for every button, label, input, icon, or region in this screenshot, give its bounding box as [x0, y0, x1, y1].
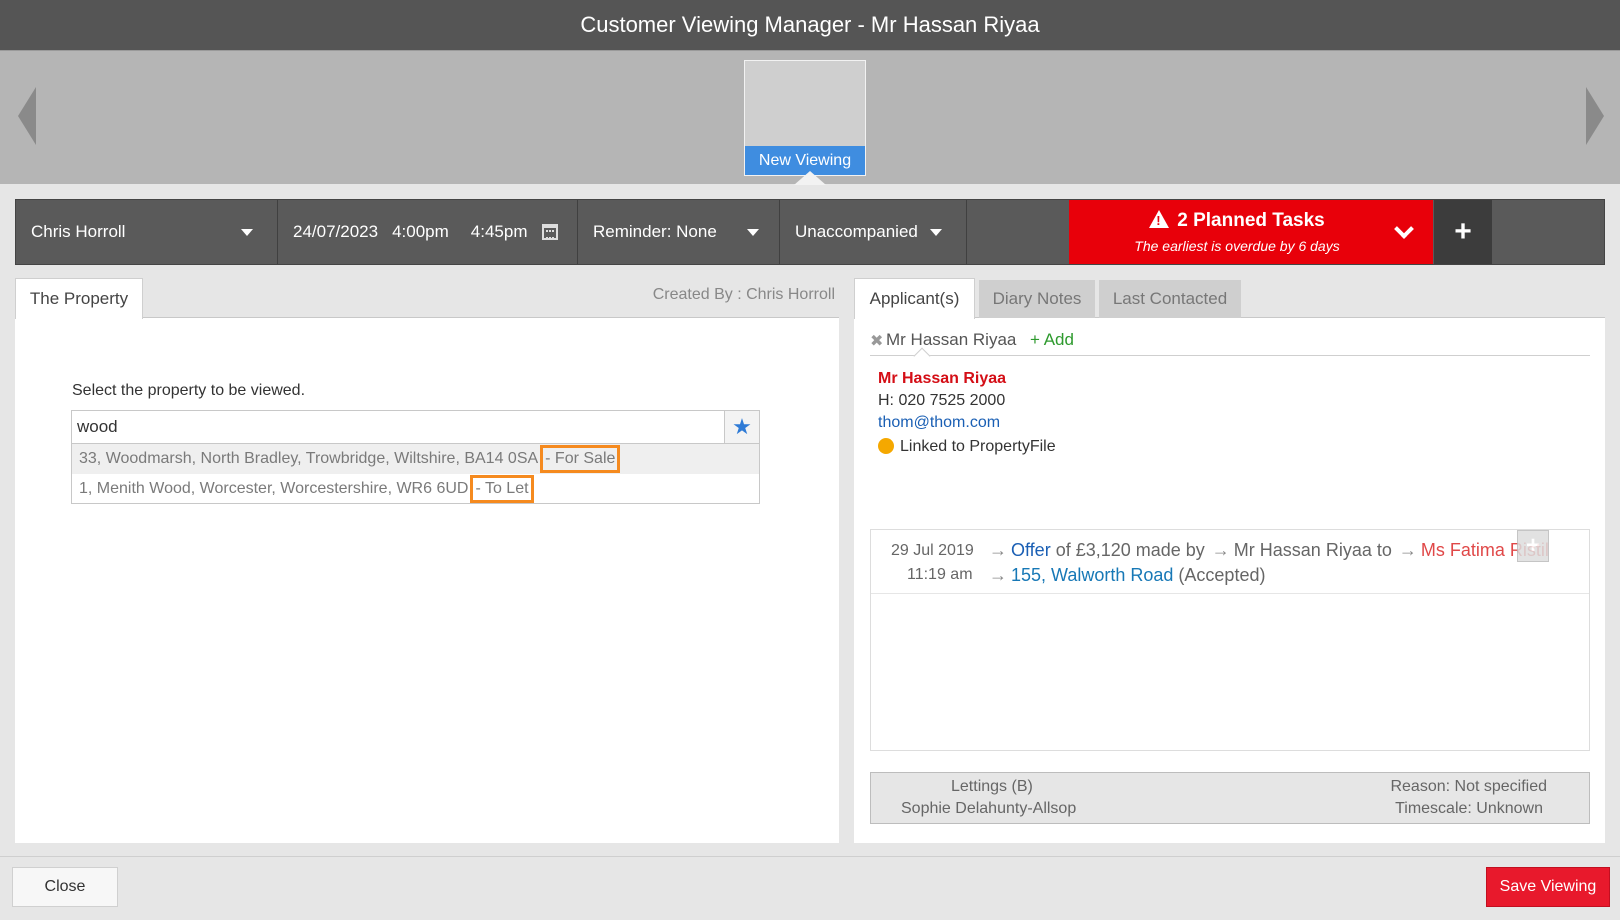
- suggestion-address: 1, Menith Wood, Worcester, Worcestershir…: [79, 480, 469, 497]
- offer-status: (Accepted): [1173, 565, 1266, 585]
- save-viewing-button[interactable]: Save Viewing: [1486, 867, 1610, 907]
- linked-status: Linked to PropertyFile: [878, 436, 1056, 458]
- linked-label: Linked to PropertyFile: [900, 438, 1056, 455]
- arrow-right-icon: →: [989, 565, 1007, 585]
- offer-text: of £3,120 made by: [1050, 540, 1210, 560]
- applicant-email[interactable]: thom@thom.com: [878, 412, 1056, 434]
- viewing-carousel: New Viewing: [0, 50, 1620, 185]
- date-time-picker[interactable]: 24/07/2023 4:00pm 4:45pm: [278, 200, 578, 264]
- applicant-details: Mr Hassan Riyaa H: 020 7525 2000 thom@th…: [878, 368, 1056, 458]
- status-dot-icon: [878, 438, 894, 454]
- start-time[interactable]: 4:00pm: [392, 222, 449, 242]
- property-search-input[interactable]: [72, 411, 724, 443]
- arrow-right-icon: →: [1398, 540, 1417, 560]
- owner-label: Sophie Delahunty-Allsop: [901, 800, 1077, 817]
- tab-diary-notes[interactable]: Diary Notes: [979, 280, 1095, 318]
- history-line-1: → Offer of £3,120 made by → Mr Hassan Riya…: [989, 540, 1549, 561]
- applicant-panel: Applicant(s) Diary Notes Last Contacted …: [854, 278, 1605, 843]
- history-time: 11:19 am: [907, 566, 973, 583]
- caret-down-icon: [747, 229, 759, 236]
- history-date: 29 Jul 2019: [891, 542, 974, 559]
- offer-from: Mr Hassan Riyaa: [1233, 540, 1372, 560]
- planned-tasks-button[interactable]: 2 Planned Tasks The earliest is overdue …: [1069, 200, 1433, 264]
- arrow-right-icon: →: [1211, 540, 1230, 560]
- suggestion-status: - For Sale: [540, 445, 621, 473]
- property-tabstrip: The Property Created By : Chris Horroll: [15, 278, 839, 319]
- warning-icon: [1149, 210, 1170, 228]
- reminder-dropdown[interactable]: Reminder: None: [578, 200, 780, 264]
- accompanied-label: Unaccompanied: [795, 222, 918, 241]
- select-property-label: Select the property to be viewed.: [72, 382, 306, 399]
- suggestion-status: - To Let: [470, 475, 534, 503]
- caret-down-icon: [930, 229, 942, 236]
- add-applicant-link[interactable]: + Add: [1030, 330, 1074, 350]
- plus-icon: +: [1454, 215, 1472, 248]
- negotiator-label: Chris Horroll: [31, 222, 126, 241]
- applicant-phone: H: 020 7525 2000: [878, 392, 1006, 409]
- new-viewing-thumbnail[interactable]: New Viewing: [744, 60, 866, 176]
- accompanied-dropdown[interactable]: Unaccompanied: [780, 200, 967, 264]
- applicant-tabstrip: Applicant(s) Diary Notes Last Contacted: [854, 278, 1605, 319]
- viewing-toolbar: Chris Horroll 24/07/2023 4:00pm 4:45pm R…: [15, 199, 1605, 265]
- chevron-right-icon[interactable]: [1586, 87, 1604, 145]
- suggestion-item[interactable]: 33, Woodmarsh, North Bradley, Trowbridge…: [72, 444, 759, 474]
- property-suggestions: 33, Woodmarsh, North Bradley, Trowbridge…: [71, 444, 760, 504]
- suggestion-item[interactable]: 1, Menith Wood, Worcester, Worcestershir…: [72, 474, 759, 504]
- selected-caret: [794, 171, 826, 185]
- chevron-left-icon[interactable]: [18, 87, 36, 145]
- reminder-label: Reminder: None: [593, 222, 717, 241]
- arrow-right-icon: →: [989, 540, 1007, 560]
- applicant-footer-info: Lettings (B) Sophie Delahunty-Allsop Rea…: [870, 772, 1590, 824]
- created-by: Created By : Chris Horroll: [652, 286, 835, 303]
- close-button[interactable]: Close: [12, 867, 118, 907]
- caret-down-icon: [241, 229, 253, 236]
- tasks-title-row: 2 Planned Tasks: [1069, 210, 1405, 232]
- add-task-button[interactable]: +: [1434, 200, 1492, 264]
- property-link[interactable]: 155, Walworth Road: [1011, 565, 1173, 585]
- tasks-subtitle: The earliest is overdue by 6 days: [1134, 238, 1340, 254]
- remove-icon[interactable]: ✖: [870, 331, 883, 351]
- offer-to-text: to: [1371, 540, 1397, 560]
- history-line-2: → 155, Walworth Road (Accepted): [989, 565, 1265, 586]
- applicant-chip-row: ✖ Mr Hassan Riyaa + Add: [870, 330, 1590, 356]
- applicant-name[interactable]: Mr Hassan Riyaa: [878, 368, 1056, 390]
- negotiator-dropdown[interactable]: Chris Horroll: [16, 200, 278, 264]
- plus-icon[interactable]: +: [1517, 530, 1549, 562]
- star-icon[interactable]: ★: [724, 411, 759, 443]
- calendar-icon[interactable]: [542, 224, 558, 240]
- applicant-chip[interactable]: Mr Hassan Riyaa: [886, 330, 1016, 350]
- tab-last-contacted[interactable]: Last Contacted: [1099, 280, 1241, 318]
- tab-applicants[interactable]: Applicant(s): [854, 278, 975, 319]
- timescale-label: Timescale: Unknown: [1395, 800, 1543, 817]
- tasks-title: 2 Planned Tasks: [1177, 210, 1325, 231]
- department-label: Lettings (B): [951, 778, 1033, 795]
- offer-link[interactable]: Offer: [1011, 540, 1051, 560]
- reason-label: Reason: Not specified: [1390, 778, 1547, 795]
- history-row: 29 Jul 2019 11:19 am → Offer of £3,120 ma…: [871, 530, 1589, 594]
- property-panel: The Property Created By : Chris Horroll …: [15, 278, 839, 843]
- viewing-date: 24/07/2023: [293, 222, 379, 241]
- offer-history: 29 Jul 2019 11:19 am → Offer of £3,120 ma…: [870, 529, 1590, 751]
- suggestion-address: 33, Woodmarsh, North Bradley, Trowbridge…: [79, 450, 539, 467]
- bottom-action-bar: Close Save Viewing: [0, 856, 1620, 920]
- property-search-box: ★: [71, 410, 760, 444]
- window-title: Customer Viewing Manager - Mr Hassan Riy…: [0, 0, 1620, 50]
- end-time[interactable]: 4:45pm: [471, 222, 528, 242]
- tab-the-property[interactable]: The Property: [15, 278, 143, 319]
